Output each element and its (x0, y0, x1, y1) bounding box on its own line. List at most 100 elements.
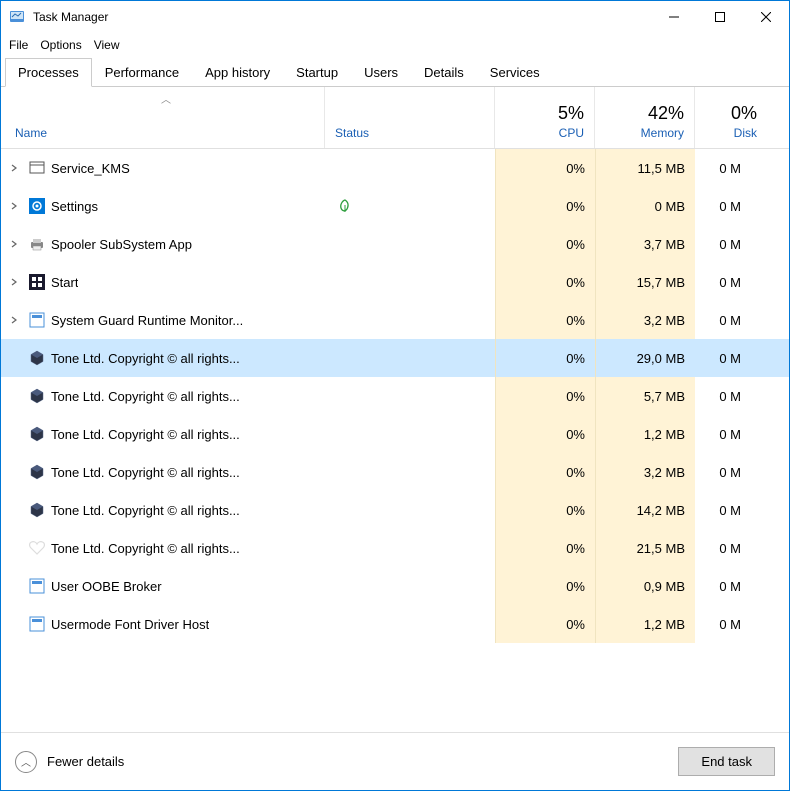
process-cpu-cell: 0% (495, 415, 595, 453)
menubar: File Options View (1, 33, 789, 57)
process-cpu-cell: 0% (495, 149, 595, 187)
process-row[interactable]: Tone Ltd. Copyright © all rights... 0%21,… (1, 529, 789, 567)
process-row[interactable]: User OOBE Broker0%0,9 MB0 M (1, 567, 789, 605)
process-status-cell (325, 225, 495, 263)
process-name-label: Spooler SubSystem App (51, 237, 192, 252)
column-cpu[interactable]: 5% CPU (495, 87, 595, 148)
hex-icon (29, 350, 45, 366)
process-cpu-cell: 0% (495, 453, 595, 491)
process-name-cell: Tone Ltd. Copyright © all rights... (1, 377, 325, 415)
process-disk-cell: 0 M (695, 377, 751, 415)
process-name-cell: Tone Ltd. Copyright © all rights... (1, 415, 325, 453)
cpu-label: CPU (559, 126, 584, 140)
process-cpu-cell: 0% (495, 339, 595, 377)
process-mem-cell: 0 MB (595, 187, 695, 225)
tab-users[interactable]: Users (351, 58, 411, 86)
menu-options[interactable]: Options (40, 38, 81, 52)
process-mem-cell: 15,7 MB (595, 263, 695, 301)
column-status[interactable]: Status (325, 87, 495, 148)
memory-pct: 42% (648, 103, 684, 124)
tab-services[interactable]: Services (477, 58, 553, 86)
process-name-label: Tone Ltd. Copyright © all rights... (51, 541, 240, 556)
process-row[interactable]: Spooler SubSystem App0%3,7 MB0 M (1, 225, 789, 263)
process-name-label: Tone Ltd. Copyright © all rights... (51, 503, 240, 518)
process-name-cell: Service_KMS (1, 149, 325, 187)
process-disk-cell: 0 M (695, 339, 751, 377)
process-row[interactable]: Usermode Font Driver Host0%1,2 MB0 M (1, 605, 789, 643)
process-row[interactable]: Tone Ltd. Copyright © all rights... 0%29,… (1, 339, 789, 377)
process-row[interactable]: Tone Ltd. Copyright © all rights...0%1,2… (1, 415, 789, 453)
expand-icon[interactable] (9, 239, 23, 249)
process-disk-cell: 0 M (695, 605, 751, 643)
start-dark-icon (29, 274, 45, 290)
process-row[interactable]: Service_KMS0%11,5 MB0 M (1, 149, 789, 187)
process-name-label: Start (51, 275, 78, 290)
process-disk-cell: 0 M (695, 301, 751, 339)
fewer-details-label: Fewer details (47, 754, 124, 769)
chevron-up-icon: ︿ (15, 751, 37, 773)
process-name-cell: Tone Ltd. Copyright © all rights... (1, 491, 325, 529)
process-list[interactable]: Service_KMS0%11,5 MB0 MSettings0%0 MB0 M… (1, 149, 789, 717)
process-mem-cell: 29,0 MB (595, 339, 695, 377)
tab-app-history[interactable]: App history (192, 58, 283, 86)
process-mem-cell: 3,7 MB (595, 225, 695, 263)
tab-processes[interactable]: Processes (5, 58, 92, 87)
process-status-cell (325, 339, 495, 377)
tab-startup[interactable]: Startup (283, 58, 351, 86)
process-cpu-cell: 0% (495, 377, 595, 415)
tab-details[interactable]: Details (411, 58, 477, 86)
menu-view[interactable]: View (94, 38, 120, 52)
minimize-button[interactable] (651, 1, 697, 33)
process-row[interactable]: Tone Ltd. Copyright © all rights...0%14,… (1, 491, 789, 529)
process-name-label: Tone Ltd. Copyright © all rights... (51, 465, 240, 480)
process-name-label: Usermode Font Driver Host (51, 617, 209, 632)
column-headers: ︿ Name Status 5% CPU 42% Memory 0% Disk (1, 87, 789, 149)
process-name-cell: Tone Ltd. Copyright © all rights... (1, 453, 325, 491)
app-icon (29, 616, 45, 632)
process-mem-cell: 1,2 MB (595, 605, 695, 643)
process-status-cell (325, 491, 495, 529)
titlebar: Task Manager (1, 1, 789, 33)
process-row[interactable]: Settings0%0 MB0 M (1, 187, 789, 225)
column-memory[interactable]: 42% Memory (595, 87, 695, 148)
process-name-label: Service_KMS (51, 161, 130, 176)
memory-label: Memory (641, 126, 684, 140)
expand-icon[interactable] (9, 201, 23, 211)
hex-icon (29, 388, 45, 404)
close-button[interactable] (743, 1, 789, 33)
process-row[interactable]: Tone Ltd. Copyright © all rights... 0%5,7… (1, 377, 789, 415)
process-row[interactable]: Start0%15,7 MB0 M (1, 263, 789, 301)
column-disk[interactable]: 0% Disk (695, 87, 767, 148)
process-status-cell (325, 301, 495, 339)
tab-performance[interactable]: Performance (92, 58, 192, 86)
process-name-label: Settings (51, 199, 98, 214)
process-cpu-cell: 0% (495, 263, 595, 301)
menu-file[interactable]: File (9, 38, 28, 52)
fewer-details-button[interactable]: ︿ Fewer details (15, 751, 124, 773)
end-task-button[interactable]: End task (678, 747, 775, 776)
process-mem-cell: 21,5 MB (595, 529, 695, 567)
maximize-button[interactable] (697, 1, 743, 33)
hex-icon (29, 426, 45, 442)
disk-pct: 0% (731, 103, 757, 124)
window-controls (651, 1, 789, 33)
process-name-label: Tone Ltd. Copyright © all rights... (51, 351, 240, 366)
expand-icon[interactable] (9, 277, 23, 287)
process-cpu-cell: 0% (495, 225, 595, 263)
column-status-label: Status (335, 126, 484, 140)
hex-icon (29, 502, 45, 518)
expand-icon[interactable] (9, 163, 23, 173)
cpu-pct: 5% (558, 103, 584, 124)
app-icon (29, 312, 45, 328)
process-row[interactable]: System Guard Runtime Monitor...0%3,2 MB0… (1, 301, 789, 339)
process-name-cell: Usermode Font Driver Host (1, 605, 325, 643)
process-mem-cell: 5,7 MB (595, 377, 695, 415)
gear-blue-icon (29, 198, 45, 214)
process-status-cell (325, 415, 495, 453)
process-cpu-cell: 0% (495, 529, 595, 567)
process-row[interactable]: Tone Ltd. Copyright © all rights...0%3,2… (1, 453, 789, 491)
process-mem-cell: 11,5 MB (595, 149, 695, 187)
expand-icon[interactable] (9, 315, 23, 325)
process-cpu-cell: 0% (495, 301, 595, 339)
process-name-cell: Start (1, 263, 325, 301)
